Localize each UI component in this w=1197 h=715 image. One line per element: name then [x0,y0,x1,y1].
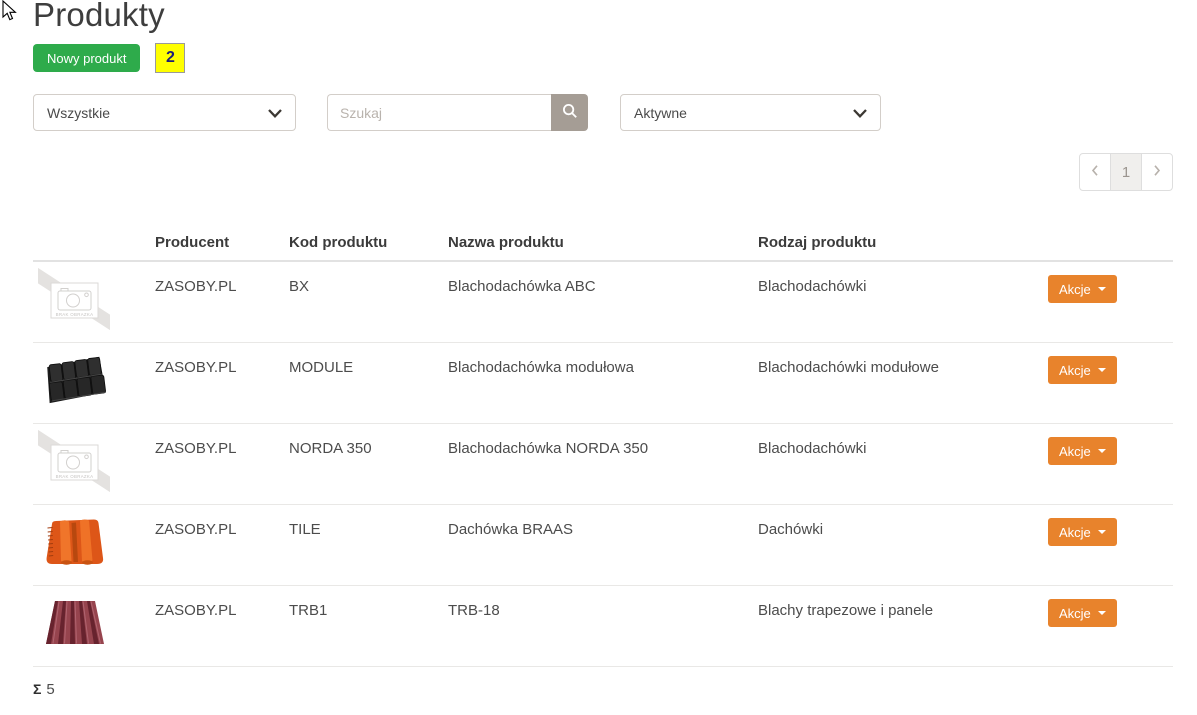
chevron-down-icon [853,105,867,121]
actions-dropdown-button[interactable]: Akcje [1048,356,1117,384]
actions-dropdown-button[interactable]: Akcje [1048,437,1117,465]
new-product-button[interactable]: Nowy produkt [33,44,140,72]
summary-row: Σ 5 [33,681,1173,698]
total-count: 5 [46,681,54,698]
no-image-label: BRAK OBRAZKA [56,312,94,317]
chevron-left-icon [1091,164,1099,181]
table-row: BRAK OBRAZKA ZASOBY.PL NORDA 350 Blachod… [33,424,1173,505]
actions-dropdown-button[interactable]: Akcje [1048,599,1117,627]
action-cell: Akcje [1040,262,1173,342]
caret-down-icon [1098,449,1106,453]
status-select[interactable]: Aktywne [620,94,881,131]
category-select-value: Wszystkie [47,105,110,121]
actions-dropdown-button[interactable]: Akcje [1048,518,1117,546]
product-thumbnail-cell: BRAK OBRAZKA [33,262,155,342]
orange-roof-tile-thumbnail [38,511,110,579]
search-group [327,94,588,131]
action-cell: Akcje [1040,424,1173,504]
product-thumbnail-cell [33,586,155,666]
type-cell: Blachodachówki [758,262,1040,342]
table-row: BRAK OBRAZKA ZASOBY.PL BX Blachodachówka… [33,262,1173,343]
pagination-row: 1 [33,153,1173,191]
actions-row: Nowy produkt 2 [33,43,1173,73]
filters-row: Wszystkie Aktywne [33,94,1173,131]
column-header-producer: Producent [155,224,289,260]
count-badge: 2 [155,43,185,73]
search-button[interactable] [551,94,588,131]
caret-down-icon [1098,287,1106,291]
table-row: ZASOBY.PL TILE Dachówka BRAAS Dachówki A… [33,505,1173,586]
page-title: Produkty [33,0,1173,34]
camera-icon [58,451,91,473]
type-cell: Blachy trapezowe i panele [758,586,1040,666]
no-image-placeholder-thumbnail: BRAK OBRAZKA [38,268,110,336]
chevron-down-icon [268,105,282,121]
code-cell: TRB1 [289,586,448,666]
actions-dropdown-label: Akcje [1059,282,1091,297]
table-body: BRAK OBRAZKA ZASOBY.PL BX Blachodachówka… [33,262,1173,667]
producer-cell: ZASOBY.PL [155,343,289,423]
category-select[interactable]: Wszystkie [33,94,296,131]
pagination: 1 [1079,153,1173,191]
actions-dropdown-label: Akcje [1059,525,1091,540]
product-thumbnail-cell [33,343,155,423]
status-select-value: Aktywne [634,105,687,121]
search-input[interactable] [327,94,551,131]
chevron-right-icon [1153,164,1161,181]
action-cell: Akcje [1040,586,1173,666]
code-cell: TILE [289,505,448,585]
name-cell: Dachówka BRAAS [448,505,758,585]
type-cell: Blachodachówki [758,424,1040,504]
producer-cell: ZASOBY.PL [155,586,289,666]
table-row: ZASOBY.PL TRB1 TRB-18 Blachy trapezowe i… [33,586,1173,667]
product-thumbnail-cell: BRAK OBRAZKA [33,424,155,504]
column-header-type: Rodzaj produktu [758,224,1040,260]
name-cell: Blachodachówka NORDA 350 [448,424,758,504]
column-header-actions [1040,224,1173,260]
producer-cell: ZASOBY.PL [155,505,289,585]
column-header-code: Kod produktu [289,224,448,260]
table-row: ZASOBY.PL MODULE Blachodachówka modułowa… [33,343,1173,424]
actions-dropdown-label: Akcje [1059,606,1091,621]
sigma-icon: Σ [33,681,41,697]
code-cell: BX [289,262,448,342]
caret-down-icon [1098,611,1106,615]
black-modular-tile-thumbnail [38,349,110,417]
next-page-button[interactable] [1141,153,1173,191]
no-image-placeholder-thumbnail: BRAK OBRAZKA [38,430,110,498]
dark-red-trapezoidal-sheet-thumbnail [38,592,110,660]
action-cell: Akcje [1040,505,1173,585]
type-cell: Dachówki [758,505,1040,585]
producer-cell: ZASOBY.PL [155,262,289,342]
name-cell: TRB-18 [448,586,758,666]
code-cell: MODULE [289,343,448,423]
caret-down-icon [1098,368,1106,372]
products-table: Producent Kod produktu Nazwa produktu Ro… [33,224,1173,667]
actions-dropdown-label: Akcje [1059,363,1091,378]
column-header-thumbnail [33,224,155,260]
action-cell: Akcje [1040,343,1173,423]
camera-icon [58,289,91,311]
column-header-name: Nazwa produktu [448,224,758,260]
mouse-cursor-icon [1,0,17,27]
producer-cell: ZASOBY.PL [155,424,289,504]
actions-dropdown-button[interactable]: Akcje [1048,275,1117,303]
type-cell: Blachodachówki modułowe [758,343,1040,423]
code-cell: NORDA 350 [289,424,448,504]
name-cell: Blachodachówka ABC [448,262,758,342]
prev-page-button[interactable] [1079,153,1111,191]
product-thumbnail-cell [33,505,155,585]
name-cell: Blachodachówka modułowa [448,343,758,423]
page: Produkty Nowy produkt 2 Wszystkie [0,0,1197,715]
no-image-label: BRAK OBRAZKA [56,474,94,479]
actions-dropdown-label: Akcje [1059,444,1091,459]
search-icon [562,103,578,122]
table-header: Producent Kod produktu Nazwa produktu Ro… [33,224,1173,262]
page-number-button[interactable]: 1 [1110,153,1142,191]
caret-down-icon [1098,530,1106,534]
